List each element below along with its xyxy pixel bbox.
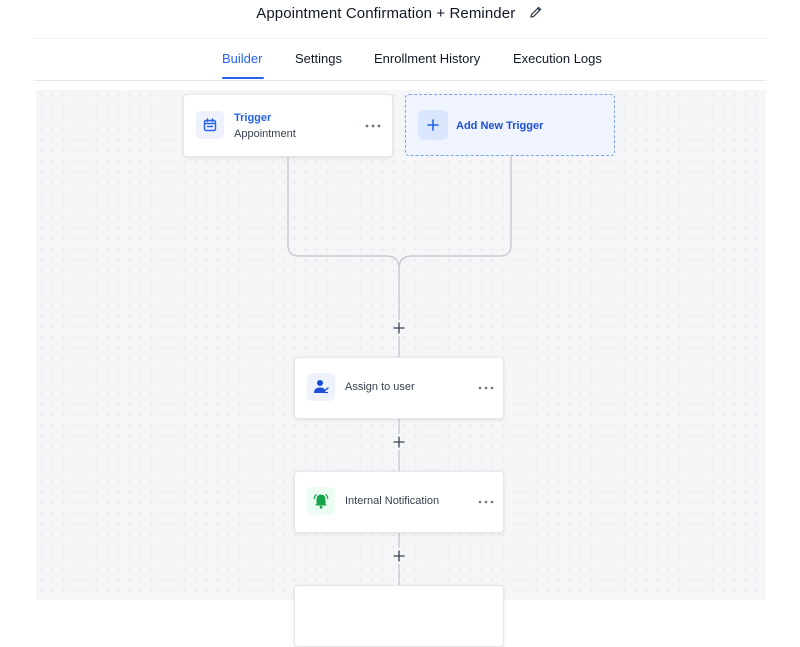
plus-icon — [393, 436, 405, 448]
more-horizontal-icon — [478, 386, 494, 390]
add-step-button-3[interactable] — [391, 548, 407, 564]
trigger-icon-wrap — [196, 111, 224, 139]
add-trigger-icon-wrap — [418, 110, 448, 140]
plus-icon — [393, 322, 405, 334]
add-new-trigger-button[interactable]: Add New Trigger — [405, 94, 615, 156]
calendar-icon — [203, 118, 217, 132]
add-step-button-2[interactable] — [391, 434, 407, 450]
action-node-partial[interactable] — [294, 585, 504, 647]
assign-user-icon-wrap — [307, 373, 335, 401]
action-label-assign-user: Assign to user — [345, 381, 415, 393]
add-trigger-label: Add New Trigger — [456, 120, 544, 132]
trigger-node[interactable]: Trigger Appointment — [183, 94, 393, 157]
connector-trigger-right — [398, 154, 512, 269]
action-more-button-assign-user[interactable] — [476, 381, 496, 395]
connector-trigger-left — [287, 155, 400, 320]
more-horizontal-icon — [365, 124, 381, 128]
action-node-assign-user[interactable]: Assign to user — [294, 357, 504, 419]
bell-icon — [313, 494, 329, 509]
action-label-internal-notification: Internal Notification — [345, 495, 440, 507]
trigger-title: Trigger — [234, 112, 272, 124]
plus-icon — [427, 119, 439, 131]
action-node-internal-notification[interactable]: Internal Notification — [294, 471, 504, 533]
more-horizontal-icon — [478, 500, 494, 504]
plus-icon — [393, 550, 405, 562]
bell-icon-wrap — [307, 487, 335, 515]
add-step-button-1[interactable] — [391, 320, 407, 336]
action-more-button-internal-notification[interactable] — [476, 495, 496, 509]
assign-user-icon — [314, 380, 329, 394]
trigger-subtitle: Appointment — [234, 128, 296, 140]
trigger-more-button[interactable] — [363, 119, 383, 133]
